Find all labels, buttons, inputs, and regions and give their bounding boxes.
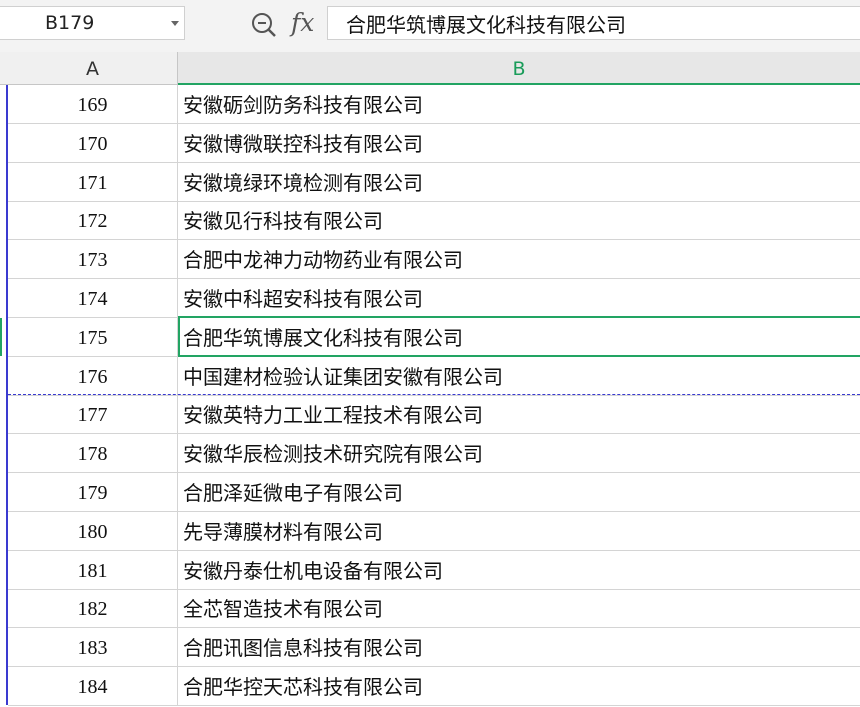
active-cell-frame <box>178 315 860 357</box>
company-name-cell[interactable]: 安徽华辰检测技术研究院有限公司 <box>180 434 860 472</box>
company-name-cell[interactable]: 安徽中科超安科技有限公司 <box>180 279 860 317</box>
row-number-cell[interactable]: 182 <box>8 589 178 628</box>
zoom-search-icon[interactable] <box>251 12 277 38</box>
company-name-cell[interactable]: 全芯智造技术有限公司 <box>180 589 860 627</box>
table-row: 172 安徽见行科技有限公司 <box>8 201 860 241</box>
table-row: 178 安徽华辰检测技术研究院有限公司 <box>8 434 860 474</box>
chevron-down-icon[interactable] <box>171 21 179 26</box>
company-name-cell[interactable]: 安徽境绿环境检测有限公司 <box>180 163 860 201</box>
company-name-cell[interactable]: 安徽丹泰仕机电设备有限公司 <box>180 551 860 589</box>
company-name-cell[interactable]: 安徽英特力工业工程技术有限公司 <box>180 395 860 433</box>
table-row: 181 安徽丹泰仕机电设备有限公司 <box>8 550 860 590</box>
table-row: 173 合肥中龙神力动物药业有限公司 <box>8 240 860 280</box>
column-header-row: A B <box>0 52 860 85</box>
table-row: 183 合肥讯图信息科技有限公司 <box>8 628 860 668</box>
table-row: 184 合肥华控天芯科技有限公司 <box>8 667 860 706</box>
row-number-cell[interactable]: 178 <box>8 434 178 473</box>
row-number-cell[interactable]: 172 <box>8 201 178 240</box>
row-number-cell[interactable]: 177 <box>8 395 178 434</box>
company-name-cell[interactable]: 中国建材检验认证集团安徽有限公司 <box>180 357 860 395</box>
table-row: 169 安徽砺剑防务科技有限公司 <box>8 85 860 124</box>
row-number-cell[interactable]: 174 <box>8 279 178 317</box>
company-name-cell[interactable]: 合肥讯图信息科技有限公司 <box>180 628 860 666</box>
row-number-cell[interactable]: 173 <box>8 240 178 279</box>
row-number-cell[interactable]: 169 <box>8 85 178 123</box>
row-number-cell[interactable]: 181 <box>8 550 178 589</box>
table-row: 174 安徽中科超安科技有限公司 <box>8 279 860 318</box>
row-number-cell[interactable]: 184 <box>8 667 178 705</box>
table-row: 179 合肥泽延微电子有限公司 <box>8 473 860 512</box>
table-row: 175 合肥华筑博展文化科技有限公司 <box>0 315 860 357</box>
table-row: 182 全芯智造技术有限公司 <box>8 589 860 629</box>
company-name-cell[interactable]: 安徽见行科技有限公司 <box>180 201 860 239</box>
company-name-cell[interactable]: 合肥华控天芯科技有限公司 <box>180 667 860 705</box>
table-row: 180 先导薄膜材料有限公司 <box>8 511 860 551</box>
company-name-cell[interactable]: 安徽砺剑防务科技有限公司 <box>180 85 860 123</box>
table-row: 176 中国建材检验认证集团安徽有限公司 <box>8 356 860 396</box>
row-number-cell[interactable]: 176 <box>8 356 178 395</box>
page-break-line <box>8 394 860 395</box>
table-row: 170 安徽博微联控科技有限公司 <box>8 123 860 163</box>
table-row: 171 安徽境绿环境检测有限公司 <box>8 162 860 202</box>
formula-bar: B179 fx 合肥华筑博展文化科技有限公司 <box>0 0 860 52</box>
active-row-marker <box>0 317 2 356</box>
column-header-a[interactable]: A <box>8 52 178 84</box>
formula-content: 合肥华筑博展文化科技有限公司 <box>346 13 626 37</box>
column-header-b[interactable]: B <box>178 52 860 85</box>
company-name-cell[interactable]: 合肥泽延微电子有限公司 <box>180 473 860 511</box>
company-name-cell[interactable]: 安徽博微联控科技有限公司 <box>180 124 860 162</box>
row-number-cell[interactable]: 171 <box>8 162 178 201</box>
company-name-cell[interactable]: 先导薄膜材料有限公司 <box>180 512 860 550</box>
row-number-cell[interactable]: 179 <box>8 473 178 511</box>
row-number-cell[interactable]: 170 <box>8 123 178 162</box>
row-number-cell[interactable]: 183 <box>8 628 178 667</box>
row-number-cell[interactable]: 175 <box>8 317 178 356</box>
company-name-cell[interactable]: 合肥中龙神力动物药业有限公司 <box>180 240 860 278</box>
table-row: 177 安徽英特力工业工程技术有限公司 <box>8 395 860 435</box>
formula-input[interactable]: 合肥华筑博展文化科技有限公司 <box>327 6 860 40</box>
name-box[interactable]: B179 <box>0 6 185 40</box>
row-number-cell[interactable]: 180 <box>8 511 178 550</box>
fx-icon[interactable]: fx <box>291 8 314 37</box>
name-box-value: B179 <box>45 12 95 34</box>
